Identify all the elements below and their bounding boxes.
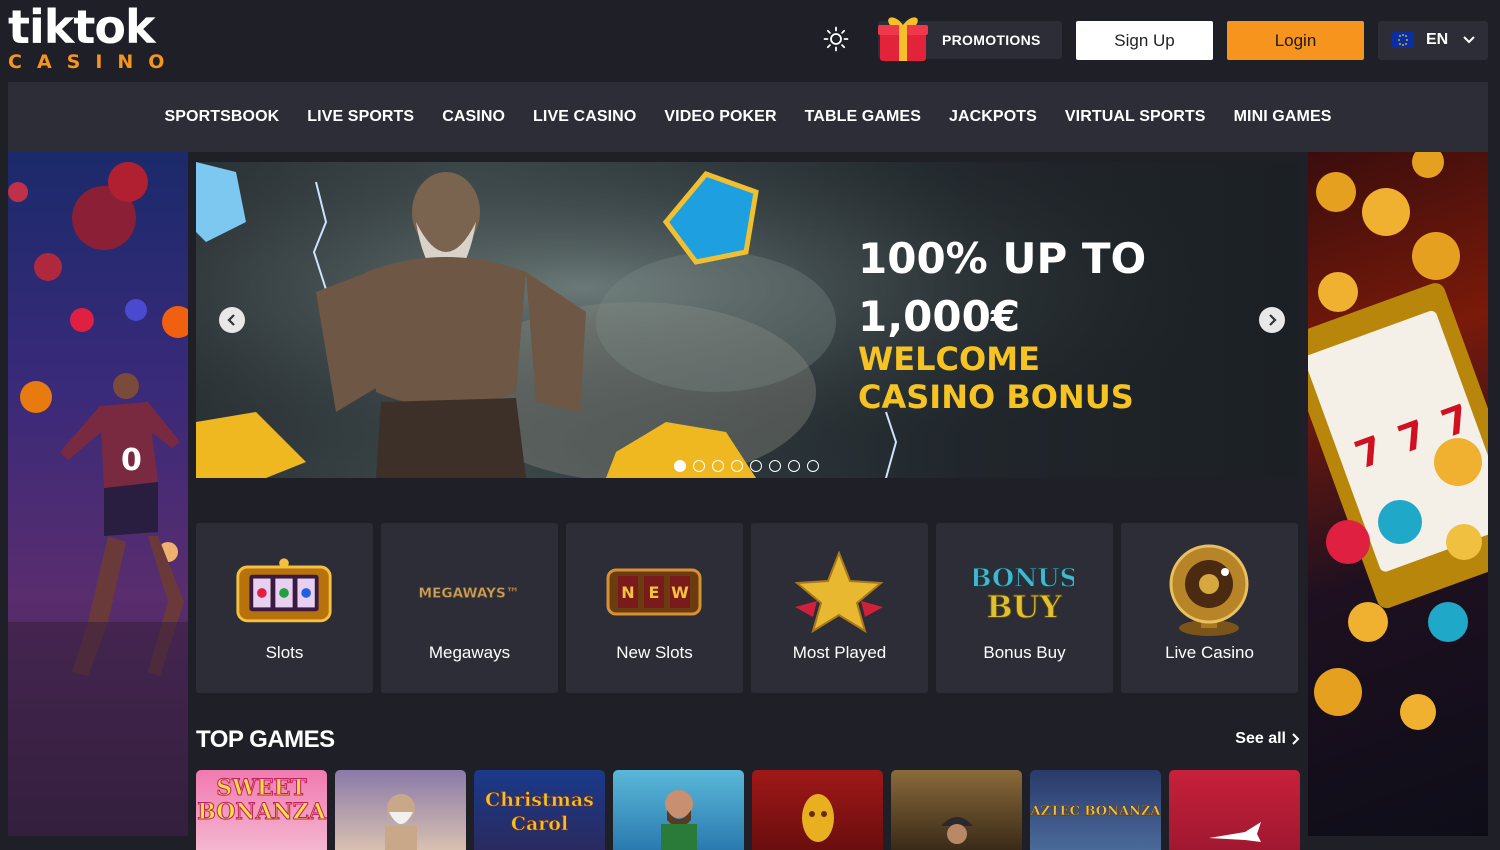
promotions-label: PROMOTIONS bbox=[942, 32, 1041, 48]
svg-text:0: 0 bbox=[121, 443, 142, 478]
hero-headline-line2: 1,000€ bbox=[858, 292, 1021, 341]
see-all-label: See all bbox=[1235, 730, 1286, 747]
carousel-dot[interactable] bbox=[693, 460, 705, 472]
nav-table-games[interactable]: TABLE GAMES bbox=[805, 108, 921, 126]
category-label: Live Casino bbox=[1165, 643, 1254, 662]
category-tiles: Slots MEGAWAYS™ Megaways NEW New Slots M… bbox=[196, 523, 1300, 693]
carousel-dot[interactable] bbox=[807, 460, 819, 472]
hero-headline-line1: 100% UP TO bbox=[858, 234, 1147, 283]
category-new-slots[interactable]: NEW New Slots bbox=[566, 523, 743, 693]
nav-live-sports[interactable]: LIVE SPORTS bbox=[307, 108, 414, 126]
svg-text:N: N bbox=[621, 583, 634, 602]
right-side-banner[interactable]: 777 bbox=[1308, 152, 1488, 836]
login-button[interactable]: Login bbox=[1227, 21, 1364, 60]
category-megaways[interactable]: MEGAWAYS™ Megaways bbox=[381, 523, 558, 693]
game-tile[interactable] bbox=[1169, 770, 1300, 850]
chevron-left-icon bbox=[227, 314, 235, 326]
category-live-casino[interactable]: Live Casino bbox=[1121, 523, 1298, 693]
main-nav: SPORTSBOOK LIVE SPORTS CASINO LIVE CASIN… bbox=[8, 82, 1488, 152]
game-tile[interactable] bbox=[891, 770, 1022, 850]
game-title: AZTEC BONANZA bbox=[1030, 804, 1161, 819]
game-tile[interactable]: AZTEC BONANZA bbox=[1030, 770, 1161, 850]
hero-subheadline: WELCOME CASINO BONUS bbox=[858, 340, 1134, 416]
see-all-link[interactable]: See all bbox=[1235, 730, 1300, 748]
slot-machine-icon bbox=[234, 547, 334, 637]
chevron-down-icon bbox=[1463, 36, 1475, 44]
carousel-dot[interactable] bbox=[788, 460, 800, 472]
game-tile[interactable] bbox=[752, 770, 883, 850]
carousel-next-button[interactable] bbox=[1259, 307, 1285, 333]
top-bar: tiktok CASINO PROMOTIONS Sign Up Login E… bbox=[0, 0, 1500, 80]
game-tile[interactable] bbox=[613, 770, 744, 850]
fisherman-thumbnail-icon bbox=[661, 790, 697, 850]
site-logo[interactable]: tiktok CASINO bbox=[8, 4, 178, 72]
gift-icon bbox=[878, 17, 928, 61]
svg-text:W: W bbox=[671, 583, 689, 602]
logo-word: tiktok bbox=[8, 0, 156, 54]
sign-up-button[interactable]: Sign Up bbox=[1076, 21, 1213, 60]
star-icon bbox=[789, 547, 889, 637]
carousel-prev-button[interactable] bbox=[219, 307, 245, 333]
eu-flag-icon bbox=[1392, 32, 1414, 48]
nav-casino[interactable]: CASINO bbox=[442, 108, 505, 126]
new-reels-icon: NEW bbox=[604, 547, 704, 637]
logo-sub: CASINO bbox=[8, 51, 180, 73]
nav-sportsbook[interactable]: SPORTSBOOK bbox=[165, 108, 280, 126]
roulette-icon bbox=[1159, 544, 1259, 637]
carousel-dot[interactable] bbox=[731, 460, 743, 472]
game-tile[interactable]: SWEET BONANZA bbox=[196, 770, 327, 850]
left-side-banner[interactable]: 0 bbox=[8, 152, 188, 836]
zeus-artwork bbox=[196, 162, 1300, 478]
megaways-icon: MEGAWAYS™ bbox=[419, 547, 519, 637]
zeus-thumbnail-icon bbox=[385, 794, 417, 850]
hero-carousel[interactable]: 100% UP TO 1,000€ WELCOME CASINO BONUS bbox=[196, 162, 1300, 478]
airplane-thumbnail-icon bbox=[1209, 822, 1261, 842]
carousel-dot[interactable] bbox=[712, 460, 724, 472]
nav-video-poker[interactable]: VIDEO POKER bbox=[664, 108, 776, 126]
football-player-artwork: 0 bbox=[8, 162, 188, 836]
bonus-buy-icon: BONUS BUY bbox=[974, 547, 1074, 637]
game-title: SWEET BONANZA bbox=[197, 775, 327, 825]
game-title: Christmas Carol bbox=[485, 789, 594, 836]
svg-text:MEGAWAYS™: MEGAWAYS™ bbox=[419, 585, 519, 601]
category-label: Slots bbox=[265, 643, 304, 662]
category-slots[interactable]: Slots bbox=[196, 523, 373, 693]
chevron-right-icon bbox=[1292, 733, 1300, 745]
language-code: EN bbox=[1426, 31, 1449, 48]
main-content: 100% UP TO 1,000€ WELCOME CASINO BONUS S… bbox=[196, 152, 1300, 850]
category-most-played[interactable]: Most Played bbox=[751, 523, 928, 693]
top-games-row: SWEET BONANZA Christmas Carol AZTEC BONA… bbox=[196, 770, 1300, 850]
promotions-button[interactable]: PROMOTIONS bbox=[878, 17, 1062, 61]
game-tile[interactable]: Christmas Carol bbox=[474, 770, 605, 850]
nav-virtual-sports[interactable]: VIRTUAL SPORTS bbox=[1065, 108, 1206, 126]
nav-mini-games[interactable]: MINI GAMES bbox=[1234, 108, 1332, 126]
explorer-thumbnail-icon bbox=[941, 817, 973, 844]
game-tile[interactable] bbox=[335, 770, 466, 850]
language-selector[interactable]: EN bbox=[1378, 21, 1488, 60]
category-label: Bonus Buy bbox=[983, 643, 1066, 662]
golden-mask-thumbnail-icon bbox=[802, 794, 834, 842]
category-label: Most Played bbox=[792, 643, 887, 662]
category-label: New Slots bbox=[616, 643, 693, 662]
svg-text:BUY: BUY bbox=[986, 589, 1062, 625]
svg-text:E: E bbox=[649, 583, 660, 602]
nav-jackpots[interactable]: JACKPOTS bbox=[949, 108, 1037, 126]
carousel-dot[interactable] bbox=[769, 460, 781, 472]
nav-live-casino[interactable]: LIVE CASINO bbox=[533, 108, 636, 126]
theme-toggle-button[interactable] bbox=[822, 25, 850, 53]
carousel-dots bbox=[674, 460, 819, 472]
slot-machine-artwork: 777 bbox=[1308, 152, 1488, 730]
category-label: Megaways bbox=[428, 643, 511, 662]
sun-icon bbox=[823, 26, 849, 52]
top-games-title: TOP GAMES bbox=[196, 726, 335, 753]
carousel-dot[interactable] bbox=[750, 460, 762, 472]
carousel-dot[interactable] bbox=[674, 460, 686, 472]
category-bonus-buy[interactable]: BONUS BUY Bonus Buy bbox=[936, 523, 1113, 693]
chevron-right-icon bbox=[1269, 314, 1277, 326]
